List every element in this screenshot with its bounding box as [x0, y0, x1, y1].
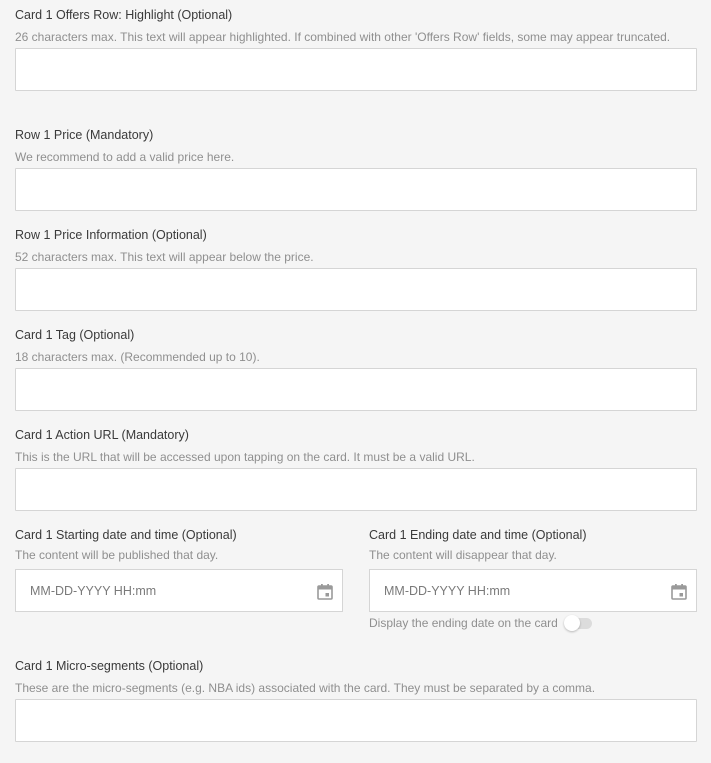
start-date-label: Card 1 Starting date and time (Optional): [15, 528, 237, 542]
display-end-date-toggle[interactable]: [563, 613, 592, 633]
end-date-label: Card 1 Ending date and time (Optional): [369, 528, 587, 542]
row-price-info-label: Row 1 Price Information (Optional): [15, 228, 207, 242]
tag-field: Card 1 Tag (Optional) 18 characters max.…: [15, 327, 697, 411]
end-date-field: Card 1 Ending date and time (Optional) T…: [369, 527, 697, 612]
offers-highlight-help: 26 characters max. This text will appear…: [15, 30, 671, 44]
offers-highlight-field: Card 1 Offers Row: Highlight (Optional) …: [15, 7, 697, 91]
row-price-info-input[interactable]: [15, 268, 697, 311]
micro-segments-input[interactable]: [15, 699, 697, 742]
action-url-field: Card 1 Action URL (Mandatory) This is th…: [15, 427, 697, 511]
end-date-picker: [369, 569, 697, 612]
tag-label: Card 1 Tag (Optional): [15, 328, 135, 342]
action-url-label: Card 1 Action URL (Mandatory): [15, 428, 189, 442]
action-url-help: This is the URL that will be accessed up…: [15, 450, 475, 464]
micro-segments-label: Card 1 Micro-segments (Optional): [15, 659, 204, 673]
start-date-help: The content will be published that day.: [15, 548, 219, 562]
row-price-help: We recommend to add a valid price here.: [15, 150, 235, 164]
end-date-help: The content will disappear that day.: [369, 548, 557, 562]
offers-highlight-input[interactable]: [15, 48, 697, 91]
calendar-icon[interactable]: [316, 583, 334, 601]
row-price-label: Row 1 Price (Mandatory): [15, 128, 154, 142]
row-price-info-help: 52 characters max. This text will appear…: [15, 250, 314, 264]
row-price-field: Row 1 Price (Mandatory) We recommend to …: [15, 127, 697, 211]
display-end-date-row: Display the ending date on the card: [369, 613, 592, 633]
display-end-date-label: Display the ending date on the card: [369, 616, 558, 630]
row-price-info-field: Row 1 Price Information (Optional) 52 ch…: [15, 227, 697, 311]
calendar-icon[interactable]: [670, 583, 688, 601]
end-date-input[interactable]: [384, 570, 654, 611]
tag-help: 18 characters max. (Recommended up to 10…: [15, 350, 260, 364]
micro-segments-field: Card 1 Micro-segments (Optional) These a…: [15, 658, 697, 742]
row-price-input[interactable]: [15, 168, 697, 211]
action-url-input[interactable]: [15, 468, 697, 511]
start-date-field: Card 1 Starting date and time (Optional)…: [15, 527, 343, 612]
toggle-thumb: [563, 615, 580, 631]
start-date-picker: [15, 569, 343, 612]
offers-highlight-label: Card 1 Offers Row: Highlight (Optional): [15, 8, 233, 22]
tag-input[interactable]: [15, 368, 697, 411]
start-date-input[interactable]: [30, 570, 300, 611]
micro-segments-help: These are the micro-segments (e.g. NBA i…: [15, 681, 596, 695]
